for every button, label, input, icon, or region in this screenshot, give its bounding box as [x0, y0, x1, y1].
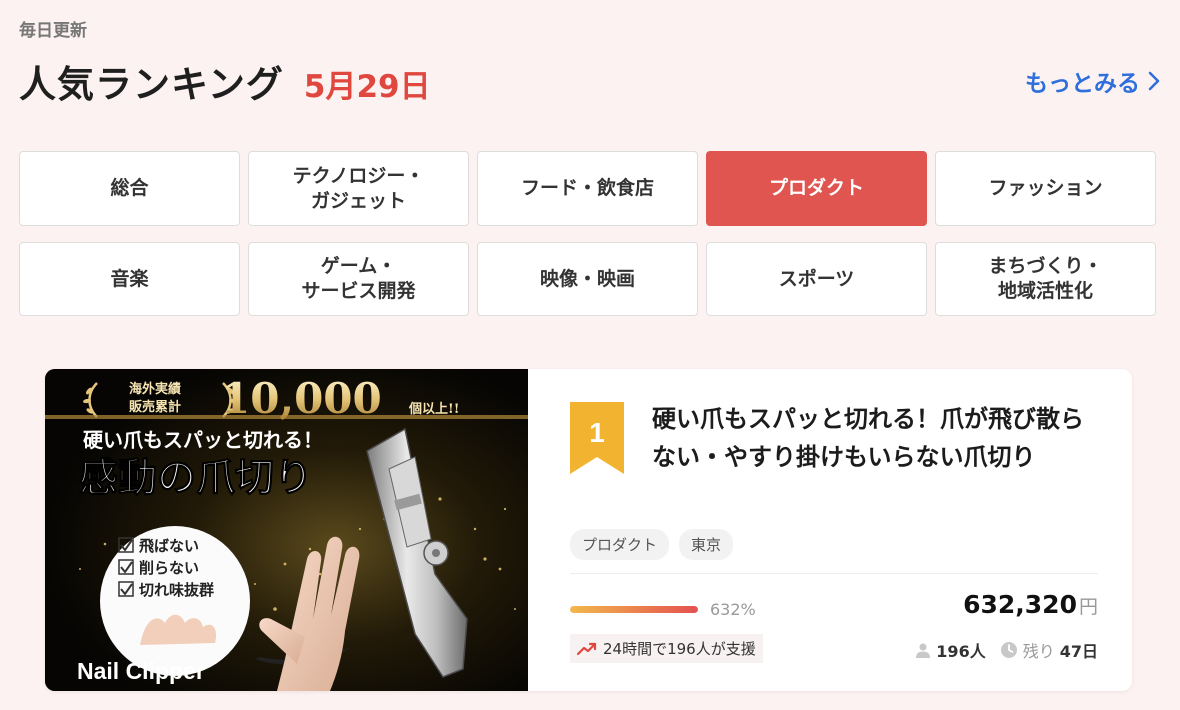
category-tab-music[interactable]: 音楽: [19, 242, 240, 316]
category-tab-technology[interactable]: テクノロジー・ ガジェット: [248, 151, 469, 226]
more-link-label: もっとみる: [1025, 71, 1140, 97]
update-label: 毎日更新: [19, 21, 87, 41]
supporters-count: 196人: [915, 638, 986, 662]
category-tab-overall[interactable]: 総合: [19, 151, 240, 226]
funding-percentage: 632%: [710, 600, 756, 619]
chevron-right-icon: [1148, 71, 1160, 91]
feature-check-2: 削らない: [139, 559, 199, 577]
tag-location[interactable]: 東京: [679, 529, 734, 560]
feature-circle: 飛ばない 削らない 切れ味抜群: [100, 526, 250, 676]
category-tab-sports[interactable]: スポーツ: [706, 242, 927, 316]
divider: [570, 573, 1098, 574]
remaining-days: 残り 47日: [1000, 638, 1098, 662]
image-headline: 感動の爪切り: [79, 456, 313, 501]
page-title: 人気ランキング: [19, 63, 284, 106]
trend-text: 24時間で196人が支援: [603, 640, 756, 658]
amount-unit: 円: [1078, 596, 1098, 618]
project-title[interactable]: 硬い爪もスパッと切れる！爪が飛び散らない・やすり掛けもいらない爪切り: [652, 400, 1102, 476]
image-sales-suffix: 個以上!!: [408, 401, 459, 417]
project-meta: 196人 残り 47日: [915, 638, 1098, 662]
trend-badge: 24時間で196人が支援: [570, 634, 763, 663]
ranking-date: 5月29日: [303, 69, 431, 105]
feature-check-1: 飛ばない: [138, 537, 199, 555]
clock-icon: [1000, 642, 1017, 658]
remaining-label: 残り: [1022, 642, 1055, 661]
funding-amount: 632,320 円: [963, 590, 1098, 619]
title-row: 人気ランキング 5月29日: [19, 54, 431, 108]
remaining-value: 47日: [1059, 642, 1098, 661]
category-tab-game[interactable]: ゲーム・ サービス開発: [248, 242, 469, 316]
funding-progress-bar: [570, 606, 698, 613]
category-tab-film[interactable]: 映像・映画: [477, 242, 698, 316]
amount-value: 632,320: [963, 590, 1077, 619]
funding-progress-fill: [570, 606, 698, 613]
trending-up-icon: [577, 642, 597, 655]
project-thumbnail[interactable]: 海外実績 販売累計 10,000 個以上!! 硬い爪もスパッと切れる！ 感動の爪…: [45, 369, 528, 691]
image-catchphrase: 硬い爪もスパッと切れる！: [83, 428, 323, 452]
category-tab-community[interactable]: まちづくり・ 地域活性化: [935, 242, 1156, 316]
supporters-value: 196人: [936, 642, 986, 661]
category-tabs: 総合 テクノロジー・ ガジェット フード・飲食店 プロダクト ファッション 音楽…: [19, 151, 1156, 316]
tag-category[interactable]: プロダクト: [570, 529, 670, 560]
more-link[interactable]: もっとみる: [1025, 64, 1160, 98]
image-badge-line1: 海外実績: [129, 381, 181, 397]
rank-number: 1: [589, 417, 605, 448]
project-tags: プロダクト 東京: [570, 529, 734, 560]
ranking-card[interactable]: 海外実績 販売累計 10,000 個以上!! 硬い爪もスパッと切れる！ 感動の爪…: [45, 369, 1132, 691]
category-tab-fashion[interactable]: ファッション: [935, 151, 1156, 226]
category-tab-product[interactable]: プロダクト: [706, 151, 927, 226]
feature-check-3: 切れ味抜群: [139, 581, 214, 599]
category-tab-food[interactable]: フード・飲食店: [477, 151, 698, 226]
image-product-name: Nail Clipper: [77, 658, 205, 684]
image-badge-line2: 販売累計: [129, 399, 181, 415]
person-icon: [916, 643, 931, 658]
rank-badge: 1: [570, 402, 624, 474]
